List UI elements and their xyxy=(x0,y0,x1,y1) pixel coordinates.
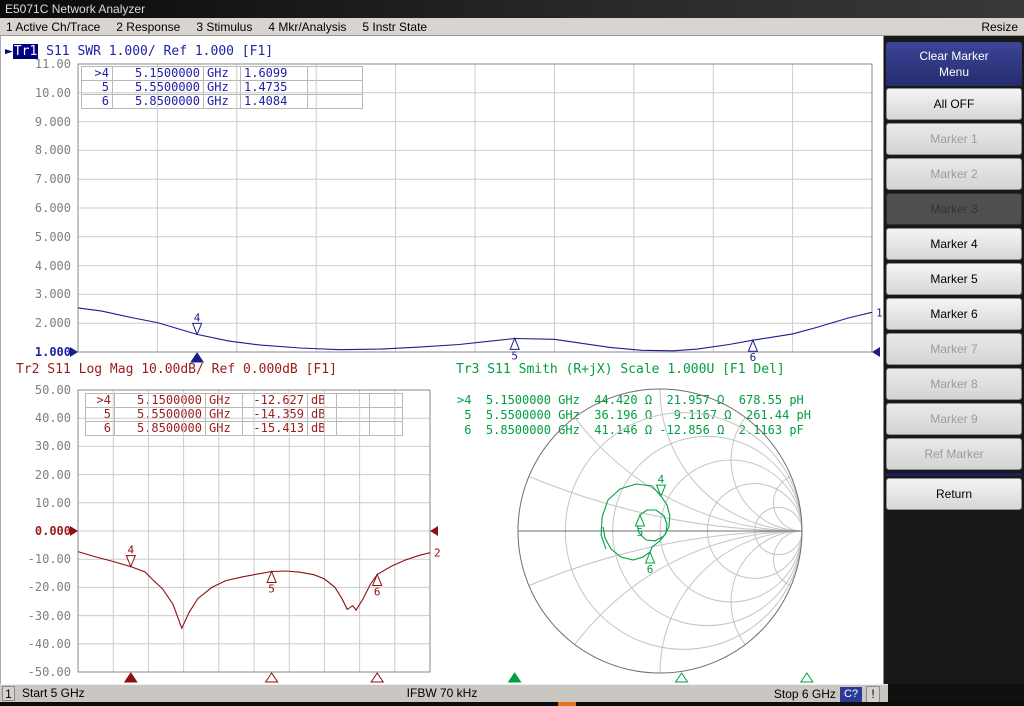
menu-item-1[interactable]: 1 Active Ch/Trace xyxy=(6,18,100,35)
tr2-ref-arrow-left xyxy=(70,526,78,536)
marker-6-number: 6 xyxy=(750,351,757,364)
marker-4-symbol: 4 xyxy=(126,544,135,567)
tr2-ref-arrow-right xyxy=(430,526,438,536)
tr3-marker-6-stimulus xyxy=(801,673,813,682)
tr3-plot: 4 5 6 xyxy=(92,36,884,684)
softkey-marker-2: Marker 2 xyxy=(886,158,1022,190)
softkey-marker-1: Marker 1 xyxy=(886,123,1022,155)
title-bar: E5071C Network Analyzer xyxy=(0,0,1024,18)
marker-4-number: 4 xyxy=(658,473,665,486)
menu-bar: 1 Active Ch/Trace 2 Response 3 Stimulus 4 M… xyxy=(0,18,1024,36)
window-title: E5071C Network Analyzer xyxy=(5,2,145,16)
marker-4-number: 4 xyxy=(194,311,201,324)
stop-frequency: Stop 6 GHz xyxy=(774,686,836,703)
marker-6-symbol: 6 xyxy=(646,552,655,576)
taskbar-notch xyxy=(558,702,576,706)
softkey-return[interactable]: Return xyxy=(886,478,1022,510)
window-bottom-edge xyxy=(0,702,1024,706)
softkey-marker-4[interactable]: Marker 4 xyxy=(886,228,1022,260)
tr2-plot: 2 4 5 6 xyxy=(70,390,441,682)
tr1-grid xyxy=(78,64,872,352)
softkey-sidebar: Clear Marker Menu All OFFMarker 1Marker … xyxy=(884,36,1024,684)
tr3-marker-4-stimulus xyxy=(509,673,521,682)
softkey-marker-9: Marker 9 xyxy=(886,403,1022,435)
softkey-all-off[interactable]: All OFF xyxy=(886,88,1022,120)
menu-item-4[interactable]: 4 Mkr/Analysis xyxy=(268,18,346,35)
marker-5-number: 5 xyxy=(637,526,644,539)
softkey-marker-6[interactable]: Marker 6 xyxy=(886,298,1022,330)
tr3-trace xyxy=(601,484,670,560)
marker-6-number: 6 xyxy=(647,563,654,576)
tr2-marker-6-stimulus xyxy=(371,673,383,682)
tr2-marker-4-stimulus xyxy=(125,673,137,682)
marker-6-symbol: 6 xyxy=(373,574,382,598)
softkey-marker-3[interactable]: Marker 3 xyxy=(886,193,1022,225)
tr1-ref-arrow-left xyxy=(70,347,78,357)
marker-5-symbol: 5 xyxy=(635,515,644,539)
marker-5-symbol: 5 xyxy=(267,571,276,595)
marker-5-symbol: 5 xyxy=(510,338,519,362)
marker-6-symbol: 6 xyxy=(748,340,757,364)
softkey-menu-title-line2: Menu xyxy=(939,64,969,80)
tr1-ref-arrow-right xyxy=(872,347,880,357)
marker-4-number: 4 xyxy=(127,544,134,557)
menu-item-2[interactable]: 2 Response xyxy=(116,18,180,35)
softkey-marker-5[interactable]: Marker 5 xyxy=(886,263,1022,295)
tr2-trace-number: 2 xyxy=(434,547,441,560)
marker-6-number: 6 xyxy=(374,585,381,598)
tr3-marker-5-stimulus xyxy=(676,673,688,682)
cal-status-badge: C? xyxy=(840,687,862,702)
resize-control[interactable]: Resize xyxy=(981,18,1018,36)
marker-5-number: 5 xyxy=(511,349,518,362)
plots-canvas: 1 4 5 6 2 4 5 6 4 5 6 xyxy=(0,36,884,684)
tr1-trace-number: 1 xyxy=(876,306,883,319)
marker-4-symbol: 4 xyxy=(193,311,202,334)
ifbw-readout: IFBW 70 kHz xyxy=(0,685,884,702)
softkey-ref-marker: Ref Marker xyxy=(886,438,1022,470)
tr2-grid xyxy=(78,390,430,672)
marker-5-number: 5 xyxy=(268,582,275,595)
status-bar: 1 Start 5 GHz IFBW 70 kHz Stop 6 GHz C? … xyxy=(0,684,888,703)
tr2-marker-5-stimulus xyxy=(266,673,278,682)
app-window: E5071C Network Analyzer 1 Active Ch/Trac… xyxy=(0,0,1024,706)
tr1-plot: 1 4 5 6 xyxy=(70,64,883,364)
menu-item-3[interactable]: 3 Stimulus xyxy=(196,18,252,35)
softkey-separator xyxy=(886,473,1022,476)
smith-grid xyxy=(92,36,884,684)
softkey-menu-title-line1: Clear Marker xyxy=(919,48,988,64)
menu-item-5[interactable]: 5 Instr State xyxy=(362,18,427,35)
softkey-marker-7: Marker 7 xyxy=(886,333,1022,365)
menu-items: 1 Active Ch/Trace 2 Response 3 Stimulus 4 M… xyxy=(6,18,427,35)
softkey-menu-title: Clear Marker Menu xyxy=(886,42,1022,86)
softkey-marker-8: Marker 8 xyxy=(886,368,1022,400)
warning-indicator: ! xyxy=(866,686,880,703)
tr1-marker-4-stimulus xyxy=(191,353,203,362)
